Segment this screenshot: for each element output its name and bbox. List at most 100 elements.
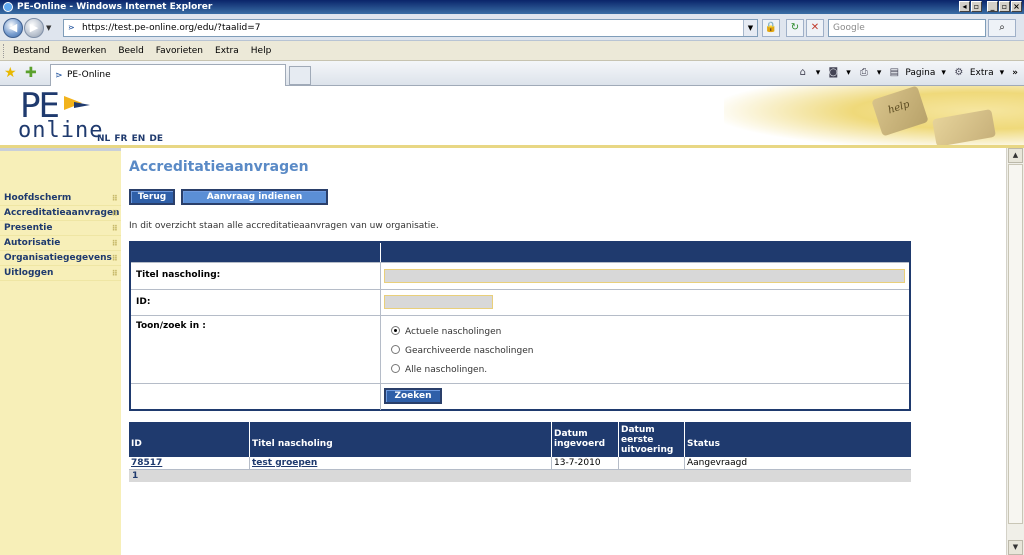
radio-empty-icon[interactable] — [391, 364, 400, 373]
home-icon[interactable]: ⌂ — [796, 66, 810, 80]
submit-request-button[interactable]: Aanvraag indienen — [181, 189, 328, 205]
scope-label: Toon/zoek in : — [136, 321, 206, 331]
radio-label: Actuele nascholingen — [405, 327, 502, 337]
tab-bar: ★ ✚ ⋗ PE-Online ⌂ ▾ ◙ ▾ ⎙ ▾ ▤ Pagina ▾ ⚙ Ext… — [0, 61, 1024, 86]
history-dropdown-icon[interactable]: ▼ — [46, 24, 51, 32]
tools-menu[interactable]: Extra — [970, 68, 994, 78]
title-input[interactable] — [384, 269, 905, 283]
search-form: Titel nascholing: ID: Toon/zoek in : Act… — [129, 241, 911, 411]
print-dropdown-icon[interactable]: ▾ — [875, 68, 884, 78]
title-label: Titel nascholing: — [136, 270, 221, 280]
column-header-id[interactable]: ID — [129, 422, 250, 457]
print-icon[interactable]: ⎙ — [857, 66, 871, 80]
tools-dropdown-icon[interactable]: ▾ — [998, 68, 1007, 78]
row-divider — [380, 263, 381, 290]
search-icon[interactable]: ⌕ — [988, 19, 1016, 37]
radio-actuele[interactable]: Actuele nascholingen — [391, 326, 501, 337]
lock-icon[interactable]: 🔒 — [762, 19, 780, 37]
sidebar-item-presentie[interactable]: Presentie ⠿ — [0, 221, 121, 236]
favorites-star-icon[interactable]: ★ — [4, 65, 17, 81]
page-number[interactable]: 1 — [132, 471, 138, 481]
url-input[interactable]: ⋗ https://test.pe-online.org/edu/?taalid… — [63, 19, 758, 37]
results-header: ID Titel nascholing Datum ingevoerd Datu… — [129, 422, 911, 457]
url-dropdown-icon[interactable]: ▼ — [743, 20, 757, 36]
menu-beeld[interactable]: Beeld — [118, 46, 143, 56]
sidebar-item-label: Uitloggen — [4, 268, 54, 278]
site-header: help PE online NL FR EN DE — [0, 86, 1024, 148]
page-icon: ▤ — [889, 67, 900, 78]
radio-empty-icon[interactable] — [391, 345, 400, 354]
radio-alle[interactable]: Alle nascholingen. — [391, 364, 487, 375]
column-header-text: Datum eerste uitvoering — [621, 425, 674, 455]
minimize-icon[interactable]: _ — [987, 1, 998, 12]
column-header-date-first[interactable]: Datum eerste uitvoering — [619, 422, 685, 457]
radio-selected-icon[interactable] — [391, 326, 400, 335]
logo-arrow-accent-icon — [74, 102, 90, 108]
search-placeholder: Google — [833, 23, 865, 33]
sidebar-item-uitloggen[interactable]: Uitloggen ⠿ — [0, 266, 121, 281]
forward-nav-button[interactable]: ▶ — [24, 18, 44, 38]
scroll-down-icon[interactable]: ▼ — [1008, 540, 1023, 555]
menu-extra[interactable]: Extra — [215, 46, 239, 56]
close-icon[interactable]: × — [1011, 1, 1022, 12]
new-tab-button[interactable] — [289, 66, 311, 85]
column-header-date-entered[interactable]: Datum ingevoerd — [552, 422, 619, 457]
sidebar-item-label: Autorisatie — [4, 238, 61, 248]
menu-bestand[interactable]: Bestand — [13, 46, 50, 56]
back-button[interactable]: Terug — [129, 189, 175, 205]
grip-icon: ⠿ — [111, 239, 118, 248]
vertical-scrollbar[interactable]: ▲ ▼ — [1006, 148, 1024, 555]
form-row-scope: Toon/zoek in : Actuele nascholingen Gear… — [131, 315, 909, 384]
scroll-up-icon[interactable]: ▲ — [1008, 148, 1023, 163]
page-menu[interactable]: Pagina — [905, 68, 935, 78]
menu-help[interactable]: Help — [251, 46, 272, 56]
grip-icon: ⠿ — [111, 224, 118, 233]
sidebar-item-organisatiegegevens[interactable]: Organisatiegegevens ⠿ — [0, 251, 121, 266]
menu-favorieten[interactable]: Favorieten — [156, 46, 203, 56]
maximize-icon[interactable]: ▫ — [999, 1, 1010, 12]
tab-pe-online[interactable]: ⋗ PE-Online — [50, 64, 286, 86]
row-id-link[interactable]: 78517 — [129, 457, 250, 470]
row-divider — [380, 290, 381, 316]
search-input[interactable]: Google — [828, 19, 986, 37]
sidebar-item-accreditatieaanvragen[interactable]: Accreditatieaanvragen ⠿ — [0, 206, 121, 221]
menu-bar: Bestand Bewerken Beeld Favorieten Extra … — [0, 41, 1024, 61]
sidebar-item-label: Accreditatieaanvragen — [4, 208, 120, 218]
sidebar-nav: Hoofdscherm ⠿ Accreditatieaanvragen ⠿ Pres… — [0, 191, 121, 281]
sidebar: Hoofdscherm ⠿ Accreditatieaanvragen ⠿ Pres… — [0, 148, 121, 555]
address-bar: ◀ ▶ ▼ ⋗ https://test.pe-online.org/edu/?… — [0, 14, 1024, 41]
radio-gearchiveerde[interactable]: Gearchiveerde nascholingen — [391, 345, 533, 356]
grip-icon: ⠿ — [111, 194, 118, 203]
row-title-link[interactable]: test groepen — [250, 457, 552, 470]
sidebar-item-hoofdscherm[interactable]: Hoofdscherm ⠿ — [0, 191, 121, 206]
add-favorite-icon[interactable]: ✚ — [25, 65, 37, 81]
column-header-status[interactable]: Status — [685, 422, 911, 457]
restore-small-icon[interactable]: ▫ — [971, 1, 982, 12]
sidebar-item-autorisatie[interactable]: Autorisatie ⠿ — [0, 236, 121, 251]
feeds-icon[interactable]: ◙ — [826, 66, 840, 80]
grip-icon: ⠿ — [111, 209, 118, 218]
sidebar-item-label: Organisatiegegevens — [4, 253, 112, 263]
window-titlebar: PE-Online - Windows Internet Explorer ◂ … — [0, 0, 1024, 14]
id-input[interactable] — [384, 295, 493, 309]
row-divider — [380, 384, 381, 410]
page-dropdown-icon[interactable]: ▾ — [939, 68, 948, 78]
search-button[interactable]: Zoeken — [384, 388, 442, 404]
feeds-dropdown-icon[interactable]: ▾ — [844, 68, 853, 78]
chevron-more-icon[interactable]: » — [1010, 68, 1020, 78]
form-header — [131, 243, 909, 262]
table-row: 78517 test groepen 13-7-2010 Aangevraagd — [129, 457, 911, 470]
restore-arrows-icon[interactable]: ◂ — [959, 1, 970, 12]
language-switcher[interactable]: NL FR EN DE — [97, 134, 163, 144]
column-header-text: ID — [131, 439, 142, 449]
menu-grip — [3, 43, 7, 58]
tab-title: PE-Online — [67, 70, 111, 80]
scroll-thumb[interactable] — [1008, 164, 1023, 524]
back-nav-button[interactable]: ◀ — [3, 18, 23, 38]
column-header-title[interactable]: Titel nascholing — [250, 422, 552, 457]
refresh-icon[interactable]: ↻ — [786, 19, 804, 37]
home-dropdown-icon[interactable]: ▾ — [814, 68, 823, 78]
stop-icon[interactable]: ✕ — [806, 19, 824, 37]
pagination: 1 — [129, 470, 911, 482]
menu-bewerken[interactable]: Bewerken — [62, 46, 106, 56]
